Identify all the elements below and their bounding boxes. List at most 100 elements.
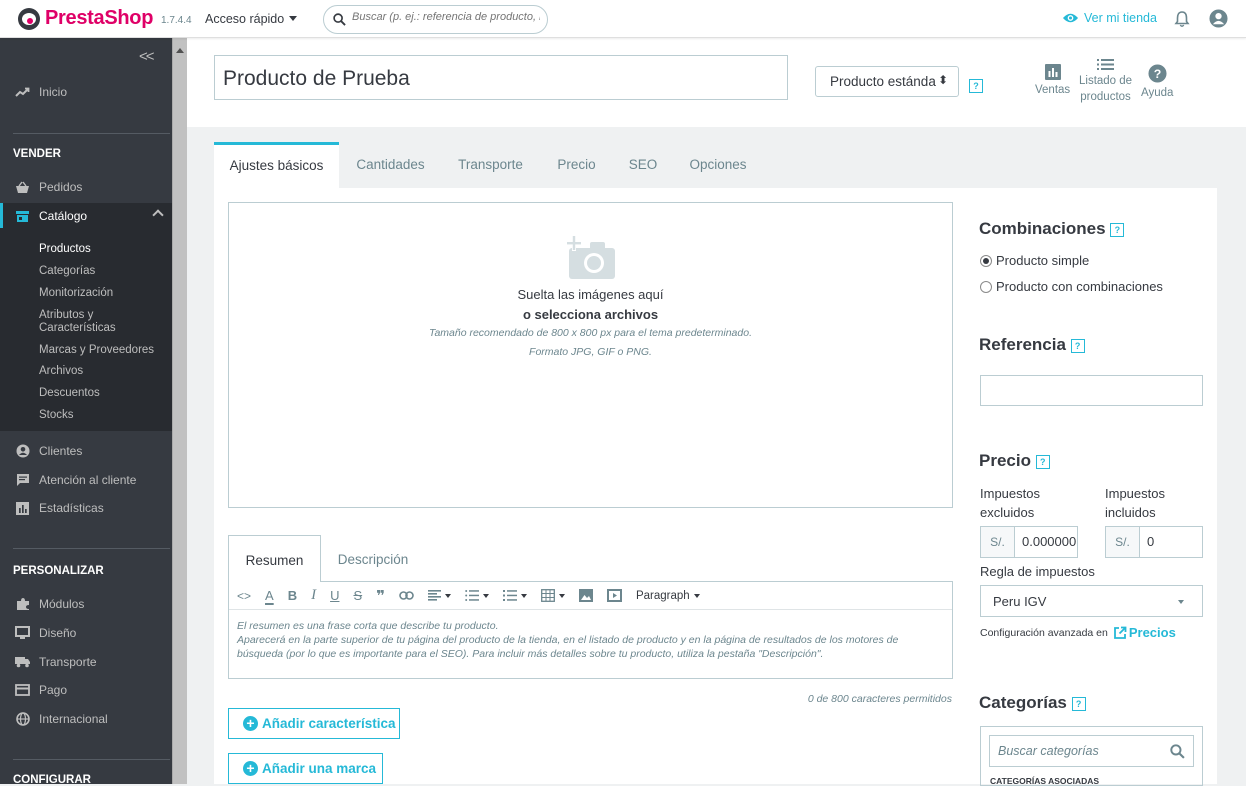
chevron-up-icon: [152, 209, 164, 221]
external-link-icon: [1113, 626, 1127, 639]
sidebar-item-international[interactable]: Internacional: [0, 706, 172, 732]
bullet-list-icon[interactable]: [465, 582, 489, 610]
sidebar-item-customers[interactable]: Clientes: [0, 438, 172, 464]
paragraph-label: Paragraph: [635, 589, 690, 602]
align-icon[interactable]: [427, 582, 451, 610]
add-feature-label: Añadir característica: [262, 716, 396, 731]
sidebar-sub-products[interactable]: Productos: [39, 243, 91, 256]
trending-up-icon: [14, 85, 31, 99]
sidebar-item-home[interactable]: Inicio: [0, 79, 172, 105]
tax-included-line-1: Impuestos: [1105, 486, 1165, 501]
price-tax-included-input[interactable]: S/. 0: [1105, 526, 1203, 558]
search-box[interactable]: [323, 5, 548, 34]
product-list-button[interactable]: Listado de productos: [1079, 58, 1132, 105]
tax-rule-label: Regla de impuestos: [980, 564, 1095, 579]
reference-help-icon[interactable]: ?: [1070, 338, 1085, 353]
tab-basic-settings[interactable]: Ajustes básicos: [214, 142, 339, 188]
simple-product-label: Producto simple: [996, 253, 1090, 268]
paragraph-format-select[interactable]: Paragraph: [636, 582, 700, 610]
blockquote-icon[interactable]: ❞: [376, 582, 385, 610]
add-feature-button[interactable]: + Añadir característica: [228, 708, 400, 739]
prices-link[interactable]: Precios: [1113, 625, 1176, 640]
tab-quantities[interactable]: Cantidades: [352, 142, 429, 188]
tab-shipping[interactable]: Transporte: [452, 142, 529, 188]
underline-icon[interactable]: U: [330, 582, 339, 610]
price-title-text: Precio: [979, 451, 1031, 470]
notifications-bell-icon[interactable]: [1174, 10, 1190, 28]
reference-input[interactable]: [980, 375, 1203, 406]
tab-description[interactable]: Descripción: [321, 535, 425, 582]
category-search-input[interactable]: Buscar categorías: [989, 735, 1194, 767]
tab-price[interactable]: Precio: [554, 142, 599, 188]
sidebar-sub-attributes[interactable]: Atributos y Características: [39, 309, 116, 335]
quick-access-dropdown[interactable]: Acceso rápido: [205, 12, 297, 26]
search-icon: [1170, 744, 1185, 759]
tax-rule-select[interactable]: Peru IGV: [980, 585, 1203, 617]
tab-seo[interactable]: SEO: [624, 142, 662, 188]
text-color-icon[interactable]: A: [265, 582, 274, 610]
product-type-help-icon[interactable]: ?: [969, 79, 983, 93]
view-shop-link[interactable]: Ver mi tienda: [1062, 11, 1157, 25]
editor-toolbar: <> A B I U S ❞ Paragraph: [229, 582, 952, 610]
credit-card-icon: [14, 683, 31, 697]
price-help-icon[interactable]: ?: [1035, 454, 1050, 469]
tax-included-label: Impuestos incluidos: [1105, 484, 1165, 522]
bold-icon[interactable]: B: [288, 582, 297, 610]
sidebar-item-customer-service[interactable]: Atención al cliente: [0, 467, 172, 493]
truck-icon: [14, 655, 31, 669]
section-sell: VENDER: [13, 148, 61, 160]
add-brand-button[interactable]: + Añadir una marca: [228, 753, 383, 784]
sidebar-sub-files[interactable]: Archivos: [39, 365, 83, 378]
strikethrough-icon[interactable]: S: [353, 582, 362, 610]
link-icon[interactable]: [399, 582, 414, 610]
video-icon[interactable]: [606, 582, 622, 610]
summary-editor[interactable]: <> A B I U S ❞ Paragraph El resumen es u…: [228, 581, 953, 679]
price-tax-excluded-input[interactable]: S/. 0.000000: [980, 526, 1078, 558]
prestashop-logo[interactable]: PrestaShop: [18, 7, 153, 30]
sidebar-sub-categories[interactable]: Categorías: [39, 265, 95, 278]
sidebar-item-modules[interactable]: Módulos: [0, 591, 172, 617]
top-bar: PrestaShop 1.7.4.4 Acceso rápido Ver mi …: [0, 0, 1246, 38]
radio-simple-product[interactable]: Producto simple: [980, 253, 1089, 268]
sidebar-sub-monitoring[interactable]: Monitorización: [39, 287, 113, 300]
product-type-select[interactable]: Producto estánda: [815, 66, 959, 97]
categories-help-icon[interactable]: ?: [1071, 696, 1086, 711]
user-account-icon[interactable]: [1209, 9, 1228, 28]
numbered-list-icon[interactable]: [502, 582, 527, 610]
sidebar-item-orders[interactable]: Pedidos: [0, 174, 172, 200]
summary-text[interactable]: El resumen es una frase corta que descri…: [229, 610, 952, 670]
image-dropzone[interactable]: Suelta las imágenes aquí o selecciona ar…: [228, 202, 953, 508]
add-brand-label: Añadir una marca: [262, 761, 377, 776]
search-icon: [333, 13, 346, 26]
sales-button[interactable]: Ventas: [1035, 64, 1070, 98]
sidebar-sub-stocks[interactable]: Stocks: [39, 409, 74, 422]
sidebar-scrollbar[interactable]: [172, 38, 187, 784]
sidebar-item-payment[interactable]: Pago: [0, 677, 172, 703]
source-code-icon[interactable]: <>: [237, 582, 251, 610]
summary-line-2: Aparecerá en la parte superior de tu pág…: [237, 634, 899, 660]
collapse-sidebar-icon[interactable]: <<: [139, 48, 154, 65]
select-files-link[interactable]: o selecciona archivos: [229, 307, 952, 322]
sidebar-sub-brands[interactable]: Marcas y Proveedores: [39, 344, 154, 357]
help-circle-icon: ?: [1148, 64, 1167, 83]
section-configure: CONFIGURAR: [13, 774, 91, 786]
tab-summary[interactable]: Resumen: [228, 535, 321, 582]
sidebar-item-design[interactable]: Diseño: [0, 620, 172, 646]
search-input[interactable]: [352, 11, 540, 23]
radio-combinations-product[interactable]: Producto con combinaciones: [980, 279, 1163, 294]
store-icon: [14, 209, 31, 223]
image-icon[interactable]: [578, 582, 593, 610]
help-button[interactable]: ? Ayuda: [1141, 64, 1173, 101]
product-name-input[interactable]: Producto de Prueba: [214, 55, 788, 100]
tab-options[interactable]: Opciones: [685, 142, 751, 188]
sidebar-sub-discounts[interactable]: Descuentos: [39, 387, 100, 400]
table-icon[interactable]: [541, 582, 565, 610]
sidebar-item-catalog[interactable]: Catálogo: [0, 203, 172, 229]
product-list-label-2: productos: [1080, 91, 1131, 103]
catalog-submenu: Productos Categorías Monitorización Atri…: [0, 228, 172, 431]
italic-icon[interactable]: I: [311, 582, 316, 610]
sidebar-item-stats[interactable]: Estadísticas: [0, 495, 172, 521]
combinations-help-icon[interactable]: ?: [1110, 222, 1125, 237]
sidebar-label: Atención al cliente: [39, 473, 137, 487]
sidebar-item-shipping[interactable]: Transporte: [0, 649, 172, 675]
